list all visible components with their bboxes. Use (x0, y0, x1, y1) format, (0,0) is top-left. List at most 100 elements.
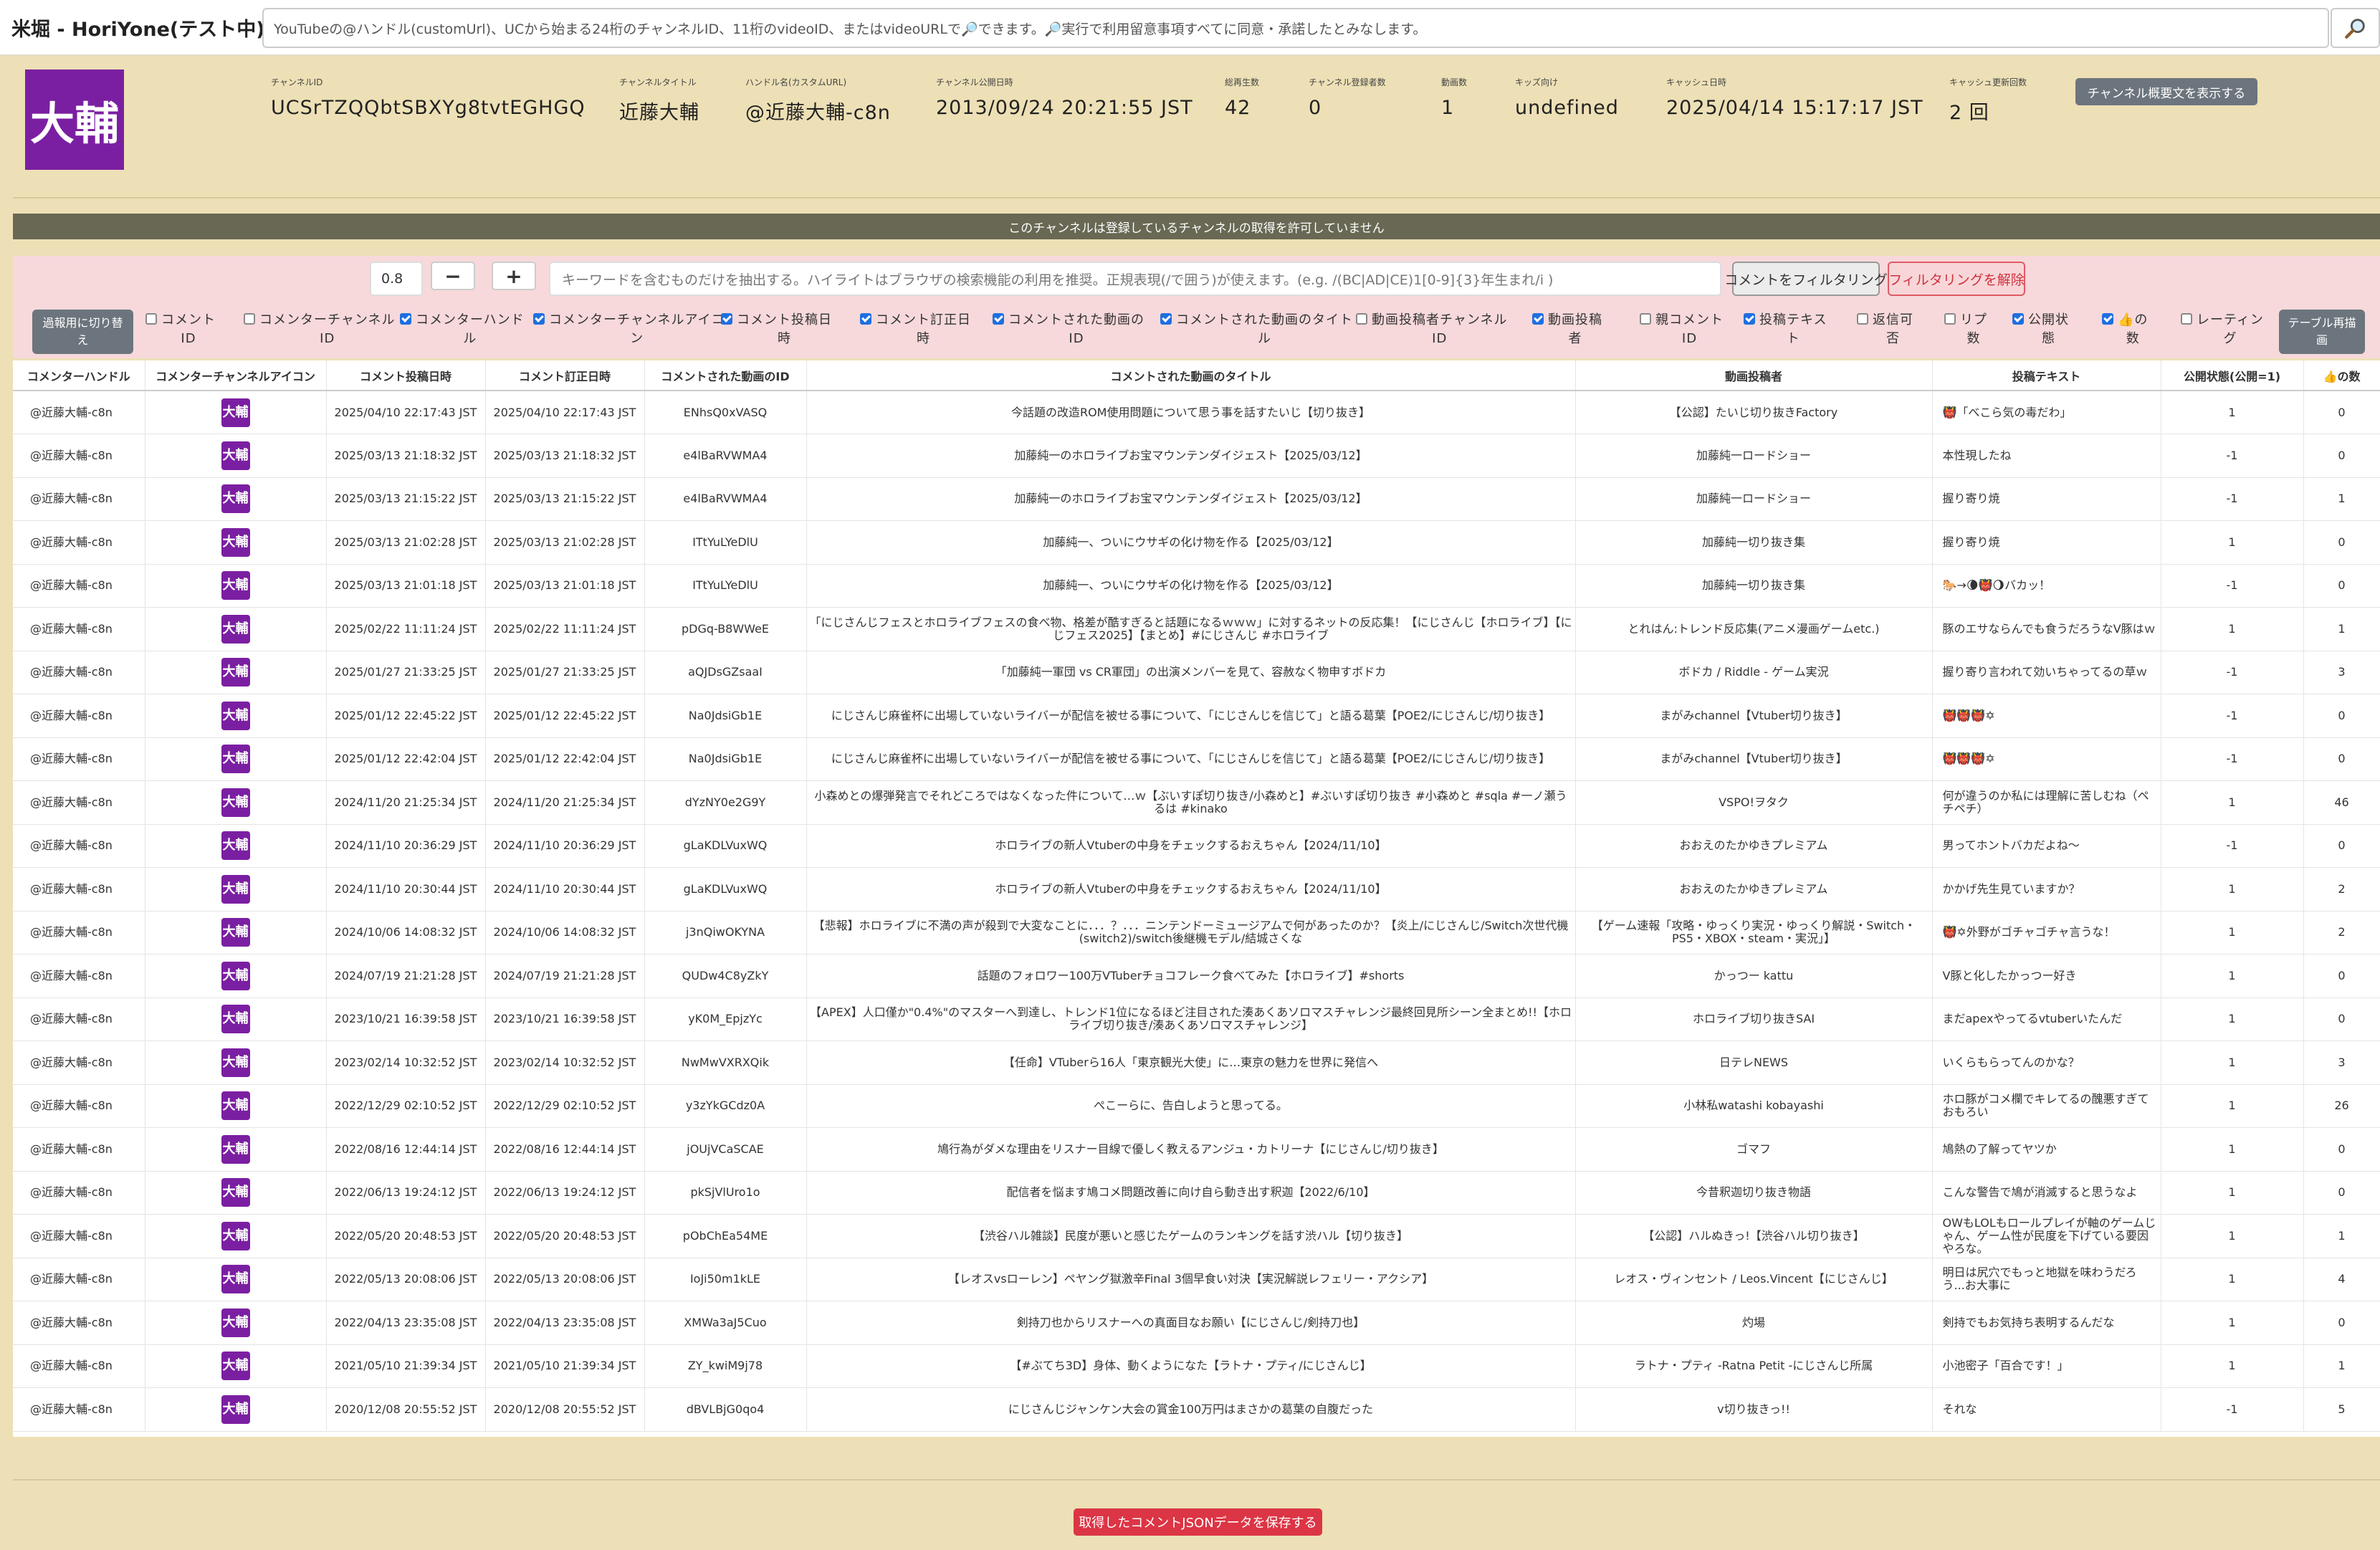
cell-text: 何が違うのか私には理解に苦しむね（ペチペチ） (1932, 780, 2161, 825)
column-toggle[interactable]: 公開状態 (2012, 311, 2069, 348)
column-header[interactable]: コメントされた動画のタイトル (806, 360, 1576, 391)
field-label: 動画数 (1441, 77, 1468, 87)
zoom-plus-button[interactable]: + (492, 262, 536, 290)
column-toggle[interactable]: コメンターハンドル (400, 311, 525, 348)
column-header[interactable]: コメントされた動画のID (644, 360, 807, 391)
checkbox[interactable] (993, 313, 1004, 325)
checkbox[interactable] (244, 313, 255, 325)
column-header[interactable]: 公開状態(公開=1) (2161, 360, 2304, 391)
cell-icon: 大輔 (145, 477, 327, 521)
column-header[interactable]: コメント訂正日時 (485, 360, 645, 391)
checkbox[interactable] (1944, 313, 1956, 325)
column-toggle[interactable]: 親コメント ID (1640, 311, 1724, 348)
cell-vid: gLaKDLVuxWQ (644, 824, 807, 868)
cell-icon: 大輔 (145, 564, 327, 608)
search-button[interactable] (2331, 8, 2380, 48)
checkbox[interactable] (2181, 313, 2192, 325)
commenter-avatar: 大輔 (221, 571, 250, 601)
cell-uploader: 加藤純一切り抜き集 (1575, 564, 1933, 608)
show-description-button[interactable]: チャンネル概要文を表示する (2075, 78, 2257, 105)
save-json-button[interactable]: 取得したコメントJSONデータを保存する (1074, 1508, 1322, 1536)
clear-filter-button[interactable]: フィルタリングを解除 (1888, 262, 2025, 296)
cell-icon: 大輔 (145, 520, 327, 565)
column-header[interactable]: 動画投稿者 (1575, 360, 1933, 391)
zoom-input[interactable]: 0.8 (370, 262, 423, 296)
column-toggle[interactable]: 返信可否 (1857, 311, 1913, 348)
filter-button[interactable]: コメントをフィルタリング (1724, 262, 1888, 296)
checkbox[interactable] (860, 313, 871, 325)
checkbox[interactable] (400, 313, 411, 325)
cell-edited: 2023/02/14 10:32:52 JST (485, 1040, 645, 1085)
column-header[interactable]: 👍の数 (2303, 360, 2380, 391)
channel-field: チャンネルタイトル 近藤大輔 (619, 76, 699, 125)
commenter-avatar: 大輔 (221, 1134, 250, 1164)
column-toggle[interactable]: コメント投稿日時 (721, 311, 832, 348)
checkbox[interactable] (2102, 313, 2113, 325)
checkbox[interactable] (721, 313, 732, 325)
cell-posted: 2024/10/06 14:08:32 JST (326, 911, 486, 955)
column-toggle[interactable]: コメンターチャンネル ID (244, 311, 395, 348)
keyword-input[interactable]: キーワードを含むものだけを抽出する。ハイライトはブラウザの検索機能の利用を推奨。… (549, 262, 1721, 296)
cell-posted: 2025/01/12 22:45:22 JST (326, 694, 486, 738)
checkbox[interactable] (1744, 313, 1755, 325)
checkbox[interactable] (2012, 313, 2024, 325)
column-toggle[interactable]: 動画投稿者 (1532, 311, 1602, 348)
column-toggle[interactable]: 👍の数 (2102, 311, 2148, 348)
cell-posted: 2022/04/13 23:35:08 JST (326, 1301, 486, 1345)
search-input[interactable]: YouTubeの@ハンドル(customUrl)、UCから始まる24桁のチャンネ… (262, 8, 2329, 48)
column-toggle[interactable]: レーティング (2181, 311, 2264, 348)
column-header[interactable]: コメンターチャンネルアイコン (145, 360, 327, 391)
column-toggle[interactable]: コメントされた動画のタイトル (1160, 311, 1353, 348)
table-row: @近藤大輔-c8n 大輔 2025/04/10 22:17:43 JST 2025/0… (13, 391, 2380, 434)
checkbox[interactable] (145, 313, 157, 325)
cell-pub: -1 (2161, 1387, 2304, 1432)
checkbox[interactable] (1160, 313, 1172, 325)
toggle-mode-button[interactable]: 過報用に切り替え (32, 310, 133, 354)
checkbox[interactable] (533, 313, 545, 325)
cell-text: 🐎→🌘👹🌖バカッ！ (1932, 564, 2161, 608)
redraw-table-button[interactable]: テーブル再描画 (2279, 310, 2365, 354)
column-toggle[interactable]: リプ数 (1944, 311, 1987, 348)
checkbox[interactable] (1857, 313, 1868, 325)
column-toggle[interactable]: コメント訂正日時 (860, 311, 971, 348)
zoom-minus-button[interactable]: − (431, 262, 475, 290)
cell-handle: @近藤大輔-c8n (13, 1258, 145, 1301)
cell-title: 【レオスvsローレン】ペヤング獄激辛Final 3個早食い対決【実況解説レフェリ… (806, 1258, 1576, 1301)
cell-vid: pDGq-B8WWeE (644, 607, 807, 651)
checkbox[interactable] (1532, 313, 1544, 325)
cell-likes: 26 (2303, 1084, 2380, 1128)
cell-handle: @近藤大輔-c8n (13, 780, 145, 825)
table-row: @近藤大輔-c8n 大輔 2025/03/13 21:02:28 JST 2025/0… (13, 520, 2380, 565)
cell-uploader: まがみchannel【Vtuber切り抜き】 (1575, 737, 1933, 781)
cell-icon: 大輔 (145, 1127, 327, 1172)
column-header[interactable]: 投稿テキスト (1932, 360, 2161, 391)
channel-field: キッズ向け undefined (1515, 76, 1619, 119)
table-row: @近藤大輔-c8n 大輔 2025/01/12 22:45:22 JST 2025/0… (13, 694, 2380, 738)
column-toggle[interactable]: コメントされた動画の ID (993, 311, 1144, 348)
cell-posted: 2025/03/13 21:15:22 JST (326, 477, 486, 521)
cell-vid: pkSjVlUro1o (644, 1171, 807, 1215)
column-header[interactable]: コメント投稿日時 (326, 360, 486, 391)
column-header[interactable]: コメンターハンドル (13, 360, 145, 391)
cell-icon: 大輔 (145, 651, 327, 694)
cell-likes: 0 (2303, 564, 2380, 608)
cell-vid: ITtYuLYeDlU (644, 564, 807, 608)
column-toggle[interactable]: 投稿テキスト (1744, 311, 1827, 348)
cell-posted: 2025/01/27 21:33:25 JST (326, 651, 486, 694)
cell-pub: 1 (2161, 391, 2304, 434)
cell-edited: 2022/06/13 19:24:12 JST (485, 1171, 645, 1215)
cell-posted: 2021/05/10 21:39:34 JST (326, 1344, 486, 1388)
cell-title: ホロライブの新人Vtuberの中身をチェックするおえちゃん【2024/11/10… (806, 824, 1576, 868)
field-value: 2025/04/14 15:17:17 JST (1666, 97, 1923, 119)
column-toggle[interactable]: 動画投稿者チャンネル ID (1356, 311, 1507, 348)
cell-posted: 2023/10/21 16:39:58 JST (326, 998, 486, 1041)
cell-title: にじさんじ麻雀杯に出場していないライバーが配信を被せる事について、「にじさんじを… (806, 694, 1576, 738)
checkbox[interactable] (1640, 313, 1651, 325)
column-toggle[interactable]: コメンターチャンネルアイコン (533, 311, 725, 348)
commenter-avatar: 大輔 (221, 1394, 250, 1424)
checkbox[interactable] (1356, 313, 1367, 325)
cell-vid: e4lBaRVWMA4 (644, 434, 807, 478)
cell-text: 豚のエサならんでも食うだろうなV豚はｗ (1932, 607, 2161, 651)
cell-posted: 2022/05/13 20:08:06 JST (326, 1258, 486, 1301)
column-toggle[interactable]: コメント ID (145, 311, 216, 348)
